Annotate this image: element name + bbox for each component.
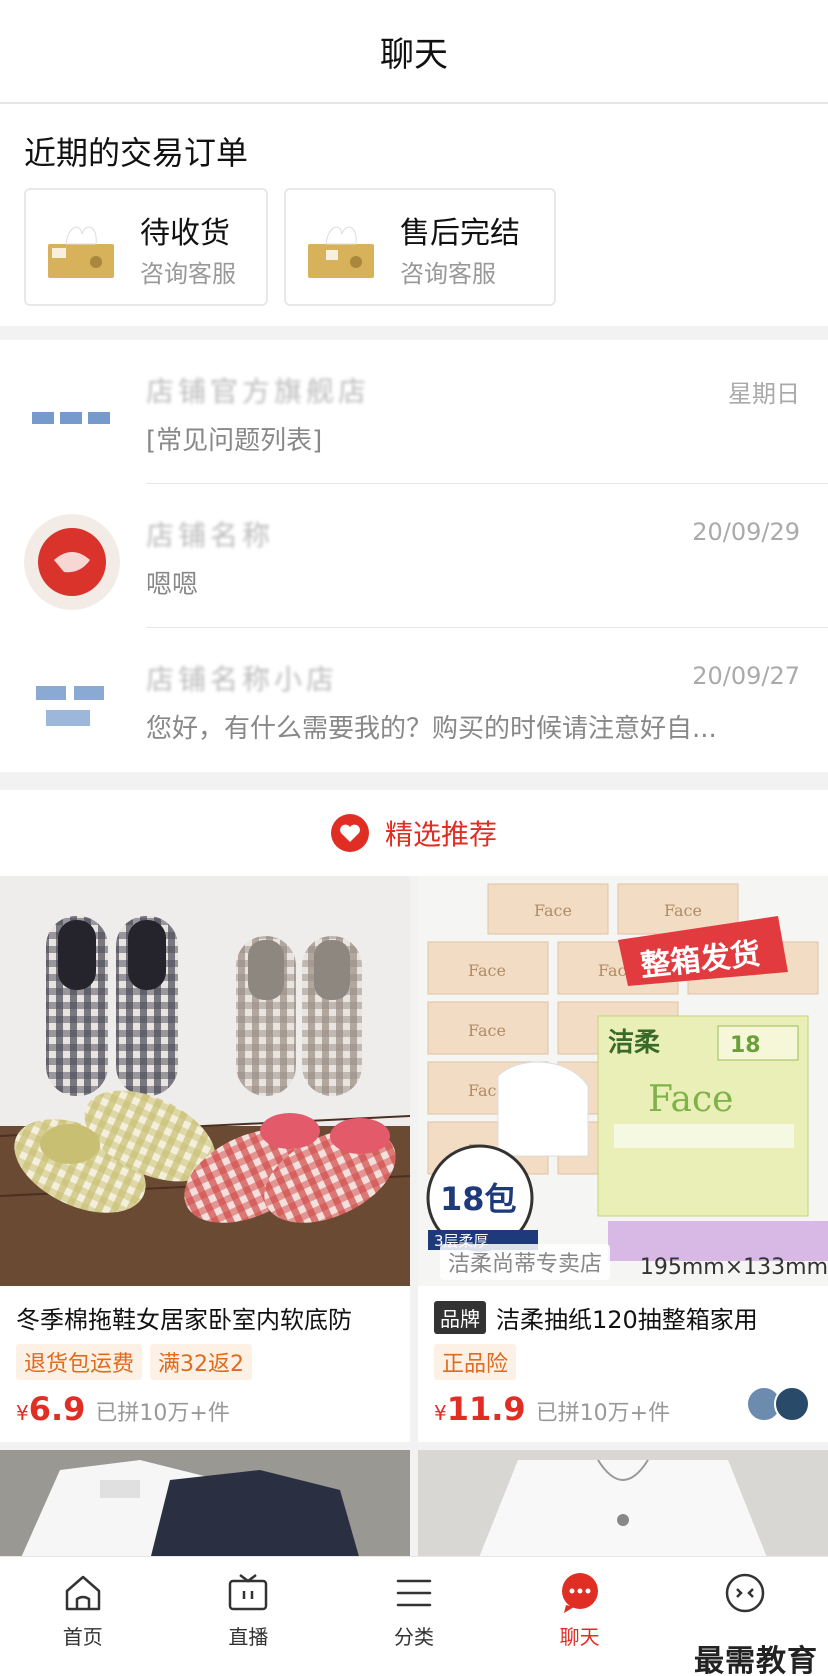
svg-text:18: 18 <box>730 1033 761 1058</box>
chat-list-item[interactable]: 店铺官方旗舰店 星期日 [常见问题列表] <box>0 340 828 484</box>
sold-count: 已拼10万+件 <box>535 1401 671 1426</box>
svg-text:Face: Face <box>468 961 506 980</box>
chat-last-message: 嗯嗯 <box>146 570 199 600</box>
recommend-header: 精选推荐 <box>0 790 828 876</box>
product-tags: 正品险 <box>434 1344 517 1380</box>
product-price: 11.9 <box>446 1390 526 1428</box>
chat-last-message: 您好，有什么需要我的？购买的时候请注意好自... <box>146 714 717 744</box>
watermark-text: 最需教育 <box>694 1644 818 1676</box>
shop-logo-avatar <box>24 370 120 466</box>
product-name-text: Face <box>648 1079 733 1120</box>
product-card[interactable]: FaceFace FaceFace FaceFaceFace 整箱发货 洁柔 1… <box>418 876 828 1442</box>
tab-label: 直播 <box>228 1625 269 1649</box>
order-status-label: 售后完结 <box>400 216 520 251</box>
product-title-text: 洁柔抽纸120抽整箱家用 <box>496 1306 758 1334</box>
page-title: 聊天 <box>380 34 448 75</box>
chat-contact-name: 店铺官方旗舰店 <box>146 375 371 408</box>
product-title: 品牌 洁柔抽纸120抽整箱家用 <box>434 1300 758 1335</box>
svg-text:Face: Face <box>534 901 572 920</box>
product-image-tissue: FaceFace FaceFace FaceFaceFace 整箱发货 洁柔 1… <box>418 876 828 1286</box>
chat-contact-name: 店铺名称小店 <box>146 663 339 696</box>
sold-count: 已拼10万+件 <box>95 1401 230 1426</box>
more-icon <box>725 1573 765 1613</box>
order-card-pending-receipt[interactable]: 待收货 咨询客服 <box>24 188 268 306</box>
chat-list-item[interactable]: 店铺名称小店 20/09/27 您好，有什么需要我的？购买的时候请注意好自... <box>0 628 828 772</box>
chat-time: 20/09/27 <box>692 662 800 690</box>
product-tags: 退货包运费 满32返2 <box>16 1344 253 1380</box>
svg-text:Face: Face <box>468 1021 506 1040</box>
chat-contact-name: 店铺名称 <box>146 519 275 552</box>
tissue-product-graphic: FaceFace FaceFace FaceFaceFace 整箱发货 洁柔 1… <box>418 876 828 1286</box>
recent-orders-title: 近期的交易订单 <box>24 134 249 172</box>
tab-label: 聊天 <box>559 1625 600 1649</box>
brand-text: 洁柔 <box>608 1028 660 1058</box>
product-tag: 退货包运费 <box>16 1344 143 1380</box>
product-tag: 满32返2 <box>150 1344 253 1380</box>
product-card[interactable]: 冬季棉拖鞋女居家卧室内软底防 退货包运费 满32返2 ¥ 6.9 已拼10万+件 <box>0 876 410 1442</box>
size-overlay: 195mm×133mm <box>639 1255 828 1280</box>
tab-label: 首页 <box>62 1625 103 1649</box>
chat-icon <box>561 1573 598 1613</box>
tab-home[interactable]: 首页 <box>0 1557 166 1676</box>
tab-live[interactable]: 直播 <box>166 1557 332 1676</box>
product-card[interactable] <box>418 1450 828 1560</box>
count-text: 18包 <box>440 1180 517 1218</box>
tv-icon <box>229 1574 268 1611</box>
chat-time: 20/09/29 <box>692 518 800 546</box>
tab-chat[interactable]: 聊天 <box>497 1557 663 1676</box>
svg-text:Face: Face <box>664 901 702 920</box>
order-status-label: 待收货 <box>140 216 230 251</box>
product-title: 冬季棉拖鞋女居家卧室内软底防 <box>16 1306 352 1334</box>
price-row: ¥ 6.9 已拼10万+件 <box>16 1390 230 1428</box>
chat-list-item[interactable]: 店铺名称 20/09/29 嗯嗯 <box>0 484 828 628</box>
chat-last-message: [常见问题列表] <box>146 426 323 456</box>
product-image-tshirts <box>0 1450 410 1560</box>
store-name-overlay: 洁柔尚蒂专卖店 <box>440 1244 611 1280</box>
product-tag: 正品险 <box>434 1344 517 1380</box>
chat-list: 店铺官方旗舰店 星期日 [常见问题列表] 店铺名称 20/09/29 嗯嗯 店铺… <box>0 340 828 772</box>
contact-service-link[interactable]: 咨询客服 <box>400 254 496 289</box>
top-nav-bar: 聊天 <box>0 0 828 104</box>
currency-symbol: ¥ <box>16 1401 29 1425</box>
list-icon <box>396 1579 432 1607</box>
order-card-after-sale-done[interactable]: 售后完结 咨询客服 <box>284 188 556 306</box>
shop-logo-avatar <box>24 514 120 610</box>
brand-badge: 品牌 <box>434 1301 486 1334</box>
tab-category[interactable]: 分类 <box>331 1557 497 1676</box>
product-price: 6.9 <box>28 1390 86 1428</box>
chat-time: 星期日 <box>728 380 800 408</box>
recommend-title: 精选推荐 <box>384 818 497 851</box>
tissue-box-thumbnail <box>308 226 374 278</box>
contact-service-link[interactable]: 咨询客服 <box>140 254 236 289</box>
buyer-avatar <box>774 1386 810 1422</box>
product-card[interactable] <box>0 1450 410 1560</box>
shop-logo-avatar <box>24 658 120 754</box>
tab-label: 分类 <box>393 1625 434 1649</box>
buyer-avatars <box>746 1386 810 1422</box>
currency-symbol: ¥ <box>434 1401 447 1425</box>
heart-icon <box>330 814 369 852</box>
product-image-shirt-model <box>418 1450 828 1560</box>
recent-orders-section: 近期的交易订单 待收货 咨询客服 售后完结 咨询客服 <box>0 104 828 326</box>
product-image-slippers <box>0 876 410 1286</box>
price-row: ¥ 11.9 已拼10万+件 <box>434 1390 670 1428</box>
tissue-box-thumbnail <box>48 226 114 278</box>
home-icon <box>65 1575 101 1611</box>
